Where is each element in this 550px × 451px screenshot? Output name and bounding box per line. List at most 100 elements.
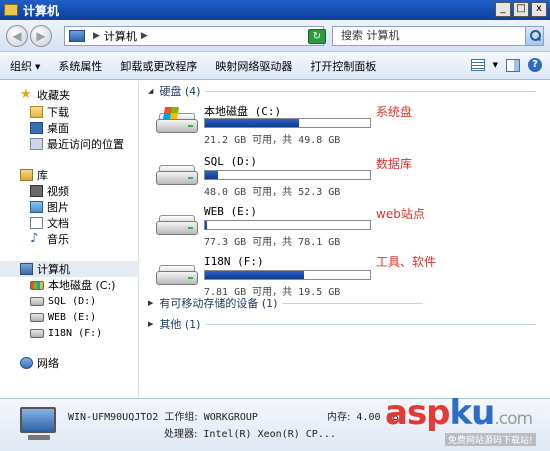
drive-capacity: 77.3 GB 可用，共 78.1 GB: [204, 237, 341, 248]
sidebar-item-computer[interactable]: 计算机: [0, 261, 139, 277]
navigation-pane: ★ 收藏夹 下载 桌面 最近访问的位置 库 视频 图片 文档 ♪ 音乐 计算机 …: [0, 81, 139, 397]
search-icon[interactable]: [525, 27, 543, 45]
recent-places-icon: [30, 138, 43, 150]
document-icon: [30, 217, 43, 229]
group-title: 硬盘 (4): [159, 85, 201, 98]
group-divider: [206, 90, 537, 92]
group-divider: [283, 302, 424, 304]
sidebar-item-libraries[interactable]: 库: [0, 167, 139, 183]
watermark-brand-c: .com: [494, 409, 533, 429]
watermark: aspku.com 免费网站源码下载站!: [385, 393, 547, 449]
drive-usage-bar: [204, 170, 371, 180]
sidebar-item-label: I18N (F:): [48, 327, 103, 339]
sidebar-item-label: 桌面: [47, 122, 69, 135]
folder-icon: [4, 4, 18, 16]
search-input[interactable]: 搜索 计算机: [332, 26, 544, 46]
group-header-removable[interactable]: ▶ 有可移动存储的设备 (1): [148, 296, 424, 310]
expand-triangle-icon[interactable]: ▶: [148, 320, 153, 328]
computer-name: WIN-UFM90UQJTO2: [68, 412, 159, 423]
drive-usage-bar: [204, 220, 371, 230]
system-properties-button[interactable]: 系统属性: [58, 58, 102, 74]
watermark-tagline: 免费网站源码下载站!: [445, 433, 536, 446]
computer-stand: [28, 435, 50, 440]
uninstall-button[interactable]: 卸载或更改程序: [120, 58, 197, 74]
sidebar-item-drive-e[interactable]: WEB (E:): [0, 309, 139, 325]
sidebar-item-recent[interactable]: 最近访问的位置: [0, 136, 139, 152]
drive-capacity: 48.0 GB 可用，共 52.3 GB: [204, 187, 341, 198]
drive-usage-fill: [205, 119, 300, 127]
organize-button[interactable]: 组织 ▼: [10, 58, 40, 74]
hard-drive-icon: [156, 215, 198, 237]
expand-triangle-icon[interactable]: ▶: [148, 299, 153, 307]
address-input[interactable]: ▶ 计算机 ▶ ▼: [64, 26, 324, 46]
preview-pane-icon[interactable]: [506, 58, 520, 72]
library-icon: [20, 169, 33, 181]
window-controls: _ □ x: [495, 2, 547, 17]
sidebar-item-label: 库: [37, 169, 48, 182]
drive-usage-bar: [204, 118, 371, 128]
drive-tile[interactable]: WEB (E:) 77.3 GB 可用，共 78.1 GB: [156, 205, 376, 251]
music-icon: ♪: [30, 231, 39, 246]
minimize-button[interactable]: _: [495, 2, 511, 17]
hard-drive-icon: [30, 296, 44, 306]
sidebar-item-downloads[interactable]: 下载: [0, 104, 139, 120]
sidebar-item-documents[interactable]: 文档: [0, 215, 139, 231]
collapse-triangle-icon[interactable]: ◢: [148, 87, 153, 95]
hard-drive-icon: [30, 328, 44, 338]
sidebar-item-drive-d[interactable]: SQL (D:): [0, 293, 139, 309]
sidebar-item-pictures[interactable]: 图片: [0, 199, 139, 215]
drive-tile[interactable]: SQL (D:) 48.0 GB 可用，共 52.3 GB: [156, 155, 376, 201]
system-drive-icon: [156, 107, 198, 135]
sidebar-item-network[interactable]: 网络: [0, 355, 139, 371]
star-icon: ★: [20, 87, 32, 102]
map-drive-button[interactable]: 映射网络驱动器: [215, 58, 292, 74]
drive-usage-fill: [205, 271, 304, 279]
video-icon: [30, 185, 43, 197]
computer-icon: [20, 407, 56, 433]
memory-label: 内存:: [327, 412, 351, 423]
sidebar-item-videos[interactable]: 视频: [0, 183, 139, 199]
drive-annotation: 系统盘: [376, 105, 413, 119]
drive-usage-fill: [205, 221, 207, 229]
maximize-button[interactable]: □: [513, 2, 529, 17]
title-bar: 计算机 _ □ x: [0, 0, 550, 20]
computer-icon: [69, 30, 85, 42]
chevron-right-icon[interactable]: ▶: [141, 31, 148, 41]
refresh-button[interactable]: ↻: [308, 29, 326, 44]
drive-annotation: 数据库: [376, 157, 413, 171]
sidebar-item-favorites[interactable]: ★ 收藏夹: [0, 87, 139, 103]
sidebar-item-label: SQL (D:): [48, 295, 97, 307]
workgroup-label: 工作组:: [164, 412, 198, 423]
help-icon[interactable]: ?: [528, 58, 542, 72]
drive-annotation: web站点: [376, 207, 425, 221]
sidebar-item-drive-f[interactable]: I18N (F:): [0, 325, 139, 341]
back-button[interactable]: ◀: [6, 25, 28, 47]
pictures-icon: [30, 201, 43, 213]
sidebar-item-drive-c[interactable]: 本地磁盘 (C:): [0, 277, 139, 293]
workgroup-value: WORKGROUP: [203, 412, 258, 423]
chevron-down-icon[interactable]: ▼: [493, 61, 498, 69]
chevron-right-icon[interactable]: ▶: [93, 31, 100, 41]
sidebar-item-music[interactable]: ♪ 音乐: [0, 231, 139, 247]
hard-drive-icon: [30, 312, 44, 322]
close-button[interactable]: x: [531, 2, 547, 17]
sidebar-item-label: 视频: [47, 185, 69, 198]
sidebar-item-label: 最近访问的位置: [47, 138, 124, 151]
control-panel-button[interactable]: 打开控制面板: [310, 58, 376, 74]
view-options-icon[interactable]: [470, 59, 485, 71]
downloads-icon: [30, 106, 43, 118]
drive-name: SQL (D:): [204, 155, 257, 168]
sidebar-item-desktop[interactable]: 桌面: [0, 120, 139, 136]
forward-button[interactable]: ▶: [30, 25, 52, 47]
drive-tile[interactable]: 本地磁盘 (C:) 21.2 GB 可用，共 49.8 GB: [156, 103, 376, 149]
drive-name: I18N (F:): [204, 255, 264, 268]
group-header-hdd[interactable]: ◢ 硬盘 (4): [148, 84, 537, 98]
organize-label: 组织: [10, 59, 32, 73]
view-controls: ▼ ?: [470, 58, 542, 72]
sidebar-item-label: WEB (E:): [48, 311, 97, 323]
group-header-other[interactable]: ▶ 其他 (1): [148, 317, 537, 331]
network-icon: [20, 357, 33, 369]
chevron-down-icon: ▼: [35, 62, 41, 71]
watermark-brand-a: asp: [385, 393, 451, 433]
hard-drive-icon: [156, 265, 198, 287]
